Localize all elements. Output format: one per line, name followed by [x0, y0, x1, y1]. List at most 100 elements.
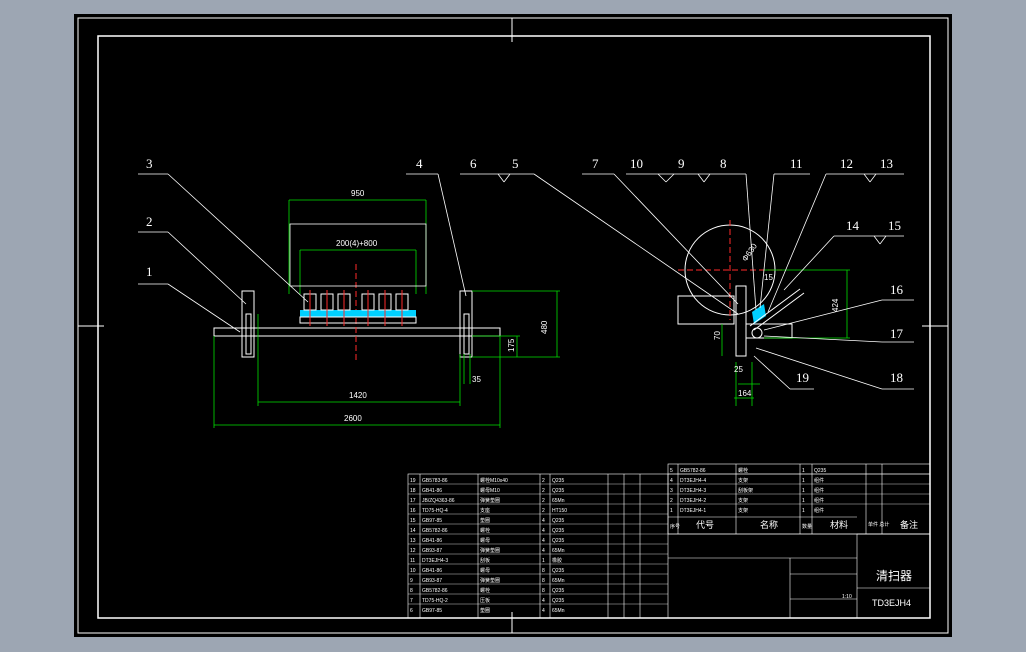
svg-text:1: 1: [802, 498, 805, 504]
balloon-14: 14: [846, 218, 860, 233]
svg-text:10: 10: [410, 568, 416, 574]
balloon-2: 2: [146, 214, 153, 229]
svg-text:Q235: Q235: [552, 598, 564, 604]
balloon-1: 1: [146, 264, 153, 279]
dim-424: 424: [831, 298, 840, 312]
dim-200x4: 200(4)+800: [336, 239, 378, 248]
svg-text:支座: 支座: [480, 507, 490, 514]
svg-text:Q235: Q235: [552, 518, 564, 524]
bom-header: 序号 代号 名称 数量 材料 单件 总计 备注: [670, 519, 918, 530]
drawing-sheet: 950 200(4)+800 1420 2600 35 175 480 Φ630…: [74, 14, 952, 637]
balloon-8: 8: [720, 156, 727, 171]
svg-text:15: 15: [410, 518, 416, 524]
svg-text:组件: 组件: [814, 507, 824, 514]
svg-text:HT150: HT150: [552, 508, 567, 514]
svg-text:螺栓: 螺栓: [480, 527, 490, 534]
balloon-7: 7: [592, 156, 599, 171]
svg-text:弹簧垫圈: 弹簧垫圈: [480, 547, 500, 554]
svg-text:8: 8: [542, 578, 545, 584]
balloon-12: 12: [840, 156, 853, 171]
svg-text:材料: 材料: [830, 519, 848, 530]
svg-text:1: 1: [670, 508, 673, 514]
balloon-6: 6: [470, 156, 477, 171]
svg-text:DT3EJH4-1: DT3EJH4-1: [680, 508, 706, 514]
svg-text:DT3EJH4-4: DT3EJH4-4: [680, 478, 706, 484]
svg-text:16: 16: [410, 508, 416, 514]
dim-630: Φ630: [740, 241, 759, 263]
balloon-15: 15: [888, 218, 901, 233]
svg-text:4: 4: [542, 598, 545, 604]
svg-text:3: 3: [670, 488, 673, 494]
svg-text:65Mn: 65Mn: [552, 498, 565, 504]
svg-text:Q235: Q235: [552, 538, 564, 544]
balloon-18: 18: [890, 370, 903, 385]
dim-35: 35: [472, 375, 481, 384]
svg-text:名称: 名称: [760, 519, 778, 530]
svg-text:JB/ZQ4363-86: JB/ZQ4363-86: [422, 498, 455, 504]
scale-note: 1:10: [842, 594, 852, 600]
svg-text:GB41-86: GB41-86: [422, 538, 442, 544]
svg-text:GB5782-86: GB5782-86: [422, 528, 448, 534]
svg-text:65Mn: 65Mn: [552, 548, 565, 554]
balloon-9: 9: [678, 156, 685, 171]
svg-text:弹簧垫圈: 弹簧垫圈: [480, 577, 500, 584]
svg-text:2: 2: [542, 508, 545, 514]
balloon-19: 19: [796, 370, 809, 385]
svg-text:GB93-87: GB93-87: [422, 578, 442, 584]
svg-text:螺栓M10x40: 螺栓M10x40: [480, 477, 508, 484]
bom-left: 19 GB5783-86 螺栓M10x40 2 Q235 18 GB41-86 螺母M10 2…: [410, 477, 567, 614]
svg-text:4: 4: [542, 608, 545, 614]
svg-text:9: 9: [410, 578, 413, 584]
svg-text:螺栓: 螺栓: [480, 587, 490, 594]
inner-border: [97, 35, 931, 619]
svg-text:4: 4: [542, 518, 545, 524]
svg-text:GB5783-86: GB5783-86: [422, 478, 448, 484]
svg-text:7: 7: [410, 598, 413, 604]
svg-text:组件: 组件: [814, 497, 824, 504]
balloon-5: 5: [512, 156, 519, 171]
svg-text:6: 6: [410, 608, 413, 614]
svg-text:Q235: Q235: [552, 488, 564, 494]
svg-text:DT3EJH4-2: DT3EJH4-2: [680, 498, 706, 504]
svg-text:垫圈: 垫圈: [480, 517, 490, 524]
dim-175: 175: [507, 338, 516, 352]
svg-text:8: 8: [410, 588, 413, 594]
svg-text:螺栓: 螺栓: [738, 467, 748, 474]
svg-text:Q235: Q235: [814, 468, 826, 474]
scraper-blade: [300, 310, 416, 317]
balloon-4: 4: [416, 156, 423, 171]
svg-text:组件: 组件: [814, 477, 824, 484]
svg-text:橡胶: 橡胶: [552, 557, 562, 564]
svg-text:单件 总计: 单件 总计: [868, 521, 889, 528]
balloon-3: 3: [146, 156, 153, 171]
svg-text:65Mn: 65Mn: [552, 578, 565, 584]
svg-text:11: 11: [410, 558, 415, 564]
svg-text:8: 8: [542, 568, 545, 574]
svg-text:4: 4: [542, 548, 545, 554]
dim-15: 15: [764, 273, 773, 282]
dim-164: 164: [738, 389, 752, 398]
svg-text:螺母M10: 螺母M10: [480, 487, 500, 494]
svg-text:支架: 支架: [738, 497, 748, 504]
outer-border: [77, 17, 949, 634]
svg-text:Q235: Q235: [552, 588, 564, 594]
svg-text:1: 1: [802, 478, 805, 484]
svg-text:4: 4: [542, 538, 545, 544]
svg-text:GB41-86: GB41-86: [422, 488, 442, 494]
dim-1420: 1420: [349, 391, 367, 400]
svg-text:2: 2: [670, 498, 673, 504]
svg-text:2: 2: [542, 488, 545, 494]
svg-text:GB5782-86: GB5782-86: [422, 588, 448, 594]
svg-text:17: 17: [410, 498, 416, 504]
svg-text:TD75-HQ-4: TD75-HQ-4: [422, 508, 448, 514]
svg-text:Q235: Q235: [552, 568, 564, 574]
dim-2600: 2600: [344, 414, 362, 423]
balloon-13: 13: [880, 156, 893, 171]
balloon-11: 11: [790, 156, 803, 171]
balloon-labels: 1 2 3 4 6 5 7 10 9 8 11 12 13 14 15 16 1…: [146, 156, 904, 385]
svg-text:GB5782-86: GB5782-86: [680, 468, 706, 474]
svg-text:1: 1: [802, 508, 805, 514]
dim-950: 950: [351, 189, 365, 198]
part-name: 清扫器: [876, 569, 912, 583]
svg-text:8: 8: [542, 588, 545, 594]
